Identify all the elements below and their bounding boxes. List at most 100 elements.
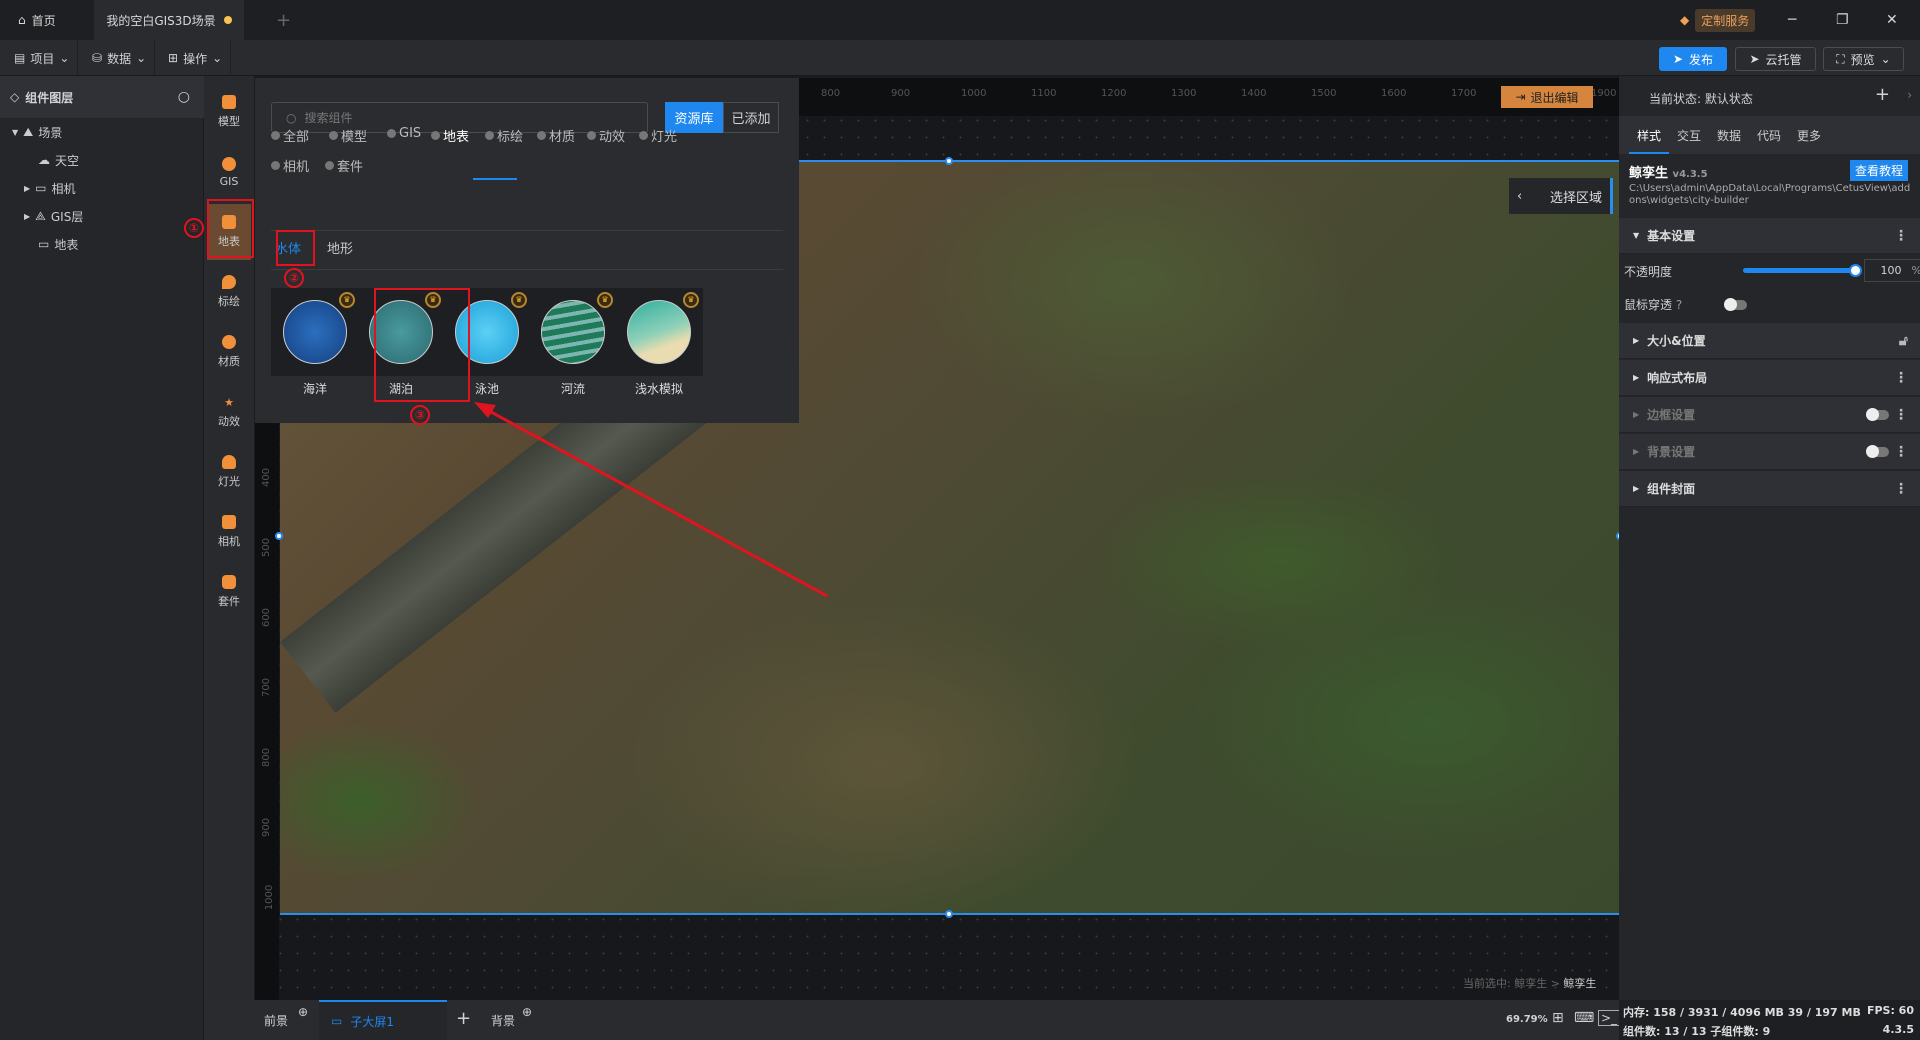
- layer-panel: ◇ 组件图层 ○ ▼ ⛰ 场景 ☁ 天空 ▶ ▭ 相机 ▶ ⟁ GIS层 ▭ 地表: [0, 76, 204, 1040]
- tree-item-sky[interactable]: ☁ 天空: [0, 146, 79, 174]
- section-responsive[interactable]: ▶ 响应式布局 ⋮: [1619, 360, 1920, 396]
- border-toggle[interactable]: [1866, 408, 1889, 421]
- category-tab-9[interactable]: 套件: [325, 156, 363, 175]
- tree-item-gis[interactable]: ▶ ⟁ GIS层: [0, 202, 83, 230]
- more-icon[interactable]: ⋮: [1894, 444, 1908, 460]
- tree-item-camera[interactable]: ▶ ▭ 相机: [0, 174, 76, 202]
- category-tab-5[interactable]: 材质: [537, 126, 575, 145]
- mouse-through-toggle[interactable]: [1724, 298, 1747, 311]
- menu-project[interactable]: ▤ 项目 ⌄: [6, 40, 79, 76]
- property-tab-1[interactable]: 交互: [1677, 127, 1701, 144]
- layers-icon: ◇: [10, 90, 20, 104]
- menu-operate[interactable]: ⊞ 操作 ⌄: [160, 40, 232, 76]
- tree-item-surface[interactable]: ▭ 地表: [0, 230, 78, 258]
- category-marker[interactable]: 标绘: [207, 264, 251, 320]
- console-icon[interactable]: >_: [1598, 1010, 1621, 1026]
- property-tab-2[interactable]: 数据: [1717, 127, 1741, 144]
- restore-button[interactable]: ❐: [1836, 0, 1849, 40]
- star-icon: ★: [224, 395, 234, 409]
- section-background[interactable]: ▶ 背景设置 ⋮: [1619, 434, 1920, 470]
- scene-icon: ⛰: [23, 124, 34, 139]
- add-foreground-icon[interactable]: ⊕: [298, 1005, 308, 1019]
- search-icon[interactable]: ○: [178, 89, 190, 105]
- toolbar: ▤ 项目 ⌄ ⛁ 数据 ⌄ ⊞ 操作 ⌄: [0, 40, 1920, 76]
- tutorial-button[interactable]: 查看教程: [1849, 160, 1908, 181]
- section-cover[interactable]: ▶ 组件封面 ⋮: [1619, 471, 1920, 507]
- water-item-0[interactable]: ♛: [271, 288, 359, 376]
- new-tab-button[interactable]: +: [276, 0, 291, 40]
- add-screen-button[interactable]: +: [456, 1008, 471, 1029]
- more-icon[interactable]: ⋮: [1894, 228, 1908, 244]
- category-tab-7[interactable]: 灯光: [639, 126, 677, 145]
- section-size-position[interactable]: ▶ 大小&位置 🔓︎: [1619, 323, 1920, 359]
- category-model[interactable]: 模型: [207, 84, 251, 140]
- widget-path: C:\Users\admin\AppData\Local\Programs\Ce…: [1629, 183, 1911, 206]
- resize-handle[interactable]: [945, 910, 953, 918]
- more-icon[interactable]: ⋮: [1894, 481, 1908, 497]
- section-border[interactable]: ▶ 边框设置 ⋮: [1619, 397, 1920, 433]
- category-effect[interactable]: ★ 动效: [207, 384, 251, 440]
- section-basic[interactable]: ▼ 基本设置 ⋮: [1619, 218, 1920, 254]
- category-tab-8[interactable]: 相机: [271, 156, 309, 175]
- preview-button[interactable]: ⛶ 预览 ⌄: [1823, 47, 1904, 71]
- resize-handle[interactable]: [945, 157, 953, 165]
- category-tab-2[interactable]: GIS: [387, 126, 421, 141]
- tab-home[interactable]: ⌂ 首页: [18, 0, 94, 40]
- tree-item-scene[interactable]: ▼ ⛰ 场景: [0, 118, 62, 146]
- help-icon: ?: [1675, 298, 1683, 312]
- category-light[interactable]: 灯光: [207, 444, 251, 500]
- select-region-button[interactable]: ‹ 选择区域: [1509, 178, 1613, 214]
- category-material[interactable]: 材质: [207, 324, 251, 380]
- opacity-input[interactable]: 100%: [1864, 259, 1920, 282]
- category-tab-3[interactable]: 地表: [431, 126, 469, 145]
- tab-scene[interactable]: 我的空白GIS3D场景: [94, 0, 244, 40]
- add-state-button[interactable]: +: [1875, 84, 1890, 105]
- chevron-right-icon[interactable]: ›: [1907, 88, 1912, 102]
- category-camera[interactable]: 相机: [207, 504, 251, 560]
- globe-icon: [222, 156, 236, 171]
- screen-tab[interactable]: ▭ 子大屏1: [319, 1000, 447, 1040]
- category-gis[interactable]: GIS: [207, 144, 251, 200]
- gis-icon: ⟁: [35, 208, 46, 223]
- category-tab-6[interactable]: 动效: [587, 126, 625, 145]
- close-button[interactable]: ✕: [1886, 0, 1898, 40]
- selection-breadcrumb: 当前选中: 鲸孪生 > 鲸孪生: [1463, 975, 1596, 991]
- menu-data[interactable]: ⛁ 数据 ⌄: [84, 40, 156, 76]
- minimize-button[interactable]: ─: [1788, 0, 1796, 40]
- category-icon: [431, 131, 440, 140]
- water-item-3[interactable]: ♛: [529, 288, 617, 376]
- resize-handle[interactable]: [275, 532, 283, 540]
- property-tab-0[interactable]: 样式: [1637, 127, 1661, 144]
- opacity-slider[interactable]: [1743, 264, 1862, 277]
- water-item-4[interactable]: ♛: [615, 288, 703, 376]
- category-tab-4[interactable]: 标绘: [485, 126, 523, 145]
- background-toggle[interactable]: [1866, 445, 1889, 458]
- category-kit[interactable]: 套件: [207, 564, 251, 620]
- file-icon: ▤: [14, 51, 26, 65]
- fit-screen-icon[interactable]: ⊞: [1552, 1010, 1564, 1026]
- ruler-label: 600: [261, 607, 273, 628]
- caret-right-icon: ▶: [1633, 410, 1640, 419]
- exit-edit-button[interactable]: ⇥ 退出编辑: [1501, 86, 1593, 108]
- foreground-tab[interactable]: 前景: [264, 1012, 288, 1029]
- property-tab-3[interactable]: 代码: [1757, 127, 1781, 144]
- cloud-host-button[interactable]: ➤ 云托管: [1735, 47, 1816, 71]
- background-tab[interactable]: 背景: [491, 1012, 515, 1029]
- lock-icon[interactable]: 🔓︎: [1899, 333, 1908, 349]
- category-tab-0[interactable]: 全部: [271, 126, 309, 145]
- add-background-icon[interactable]: ⊕: [522, 1005, 532, 1019]
- cloud-label: 云托管: [1765, 52, 1802, 67]
- more-icon[interactable]: ⋮: [1894, 370, 1908, 386]
- thumbnail: [627, 300, 691, 364]
- property-tab-4[interactable]: 更多: [1797, 127, 1821, 144]
- keyboard-icon[interactable]: ⌨: [1574, 1010, 1594, 1026]
- caret-right-icon: ▶: [24, 211, 31, 221]
- subtab-terrain[interactable]: 地形: [327, 238, 353, 257]
- more-icon[interactable]: ⋮: [1894, 407, 1908, 423]
- publish-button[interactable]: ➤ 发布: [1659, 47, 1727, 71]
- properties-panel: 当前状态: 默认状态 + › 样式 交互 数据 代码 更多 鲸孪生 v4.3.5 查看教…: [1619, 76, 1920, 1000]
- custom-service-button[interactable]: ◆ 定制服务: [1680, 0, 1756, 40]
- water-item-label: 海洋: [302, 382, 327, 396]
- category-tab-1[interactable]: 模型: [329, 126, 367, 145]
- added-tab[interactable]: 已添加: [723, 102, 779, 133]
